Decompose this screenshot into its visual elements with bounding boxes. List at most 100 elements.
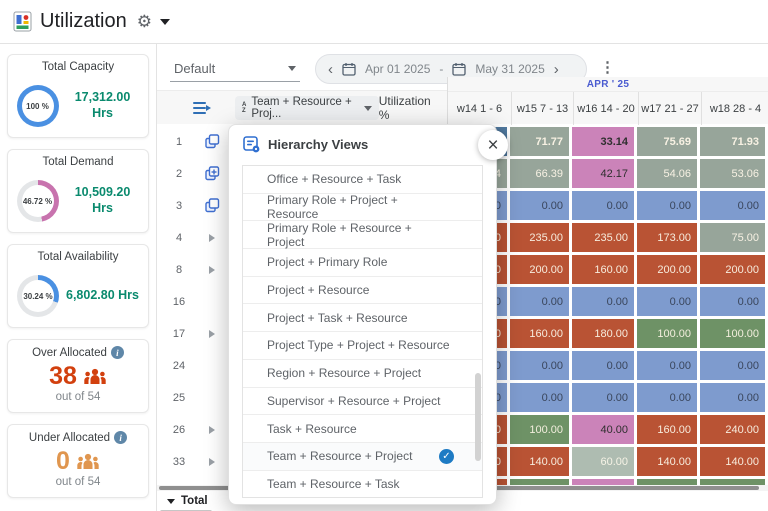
option-label: Primary Role + Project + Resource xyxy=(267,193,398,222)
expand-icon[interactable] xyxy=(209,329,215,338)
value-cell[interactable]: 200.00 xyxy=(510,255,569,284)
value-cell[interactable]: 235.00 xyxy=(572,223,634,252)
value-cell[interactable]: 75.69 xyxy=(637,127,697,156)
view-preset-select[interactable]: Default xyxy=(170,56,300,82)
value-cell[interactable]: 140.00 xyxy=(637,447,697,476)
close-icon[interactable]: × xyxy=(478,130,508,160)
value-cell[interactable]: 66.39 xyxy=(510,159,569,188)
hierarchy-option-primary-role-project-resource[interactable]: Primary Role + Project + Resource xyxy=(243,193,482,222)
value-cell[interactable]: 140.00 xyxy=(510,447,569,476)
option-label: Team + Resource + Task xyxy=(267,476,400,491)
date-start-value[interactable]: Apr 01 2025 xyxy=(365,62,430,76)
value-cell[interactable]: 200.00 xyxy=(637,255,697,284)
hierarchy-option-supervisor-resource-project[interactable]: Supervisor + Resource + Project xyxy=(243,387,482,416)
chevron-down-icon[interactable] xyxy=(159,18,170,25)
date-separator: - xyxy=(439,62,444,76)
value-cell[interactable]: 0.00 xyxy=(700,383,765,412)
modal-header: Hierarchy Views xyxy=(229,125,496,159)
value-cell[interactable]: 0.00 xyxy=(510,383,569,412)
expand-icon[interactable] xyxy=(209,233,215,242)
percent-value: 46.72 % xyxy=(21,185,54,217)
value-cell[interactable]: 0.00 xyxy=(637,191,697,220)
value-cell[interactable]: 0.00 xyxy=(510,351,569,380)
hierarchy-option-project-resource[interactable]: Project + Resource xyxy=(243,276,482,305)
grid-header-left: AZ Team + Resource + Proj... Utilization… xyxy=(157,91,447,125)
value-cell[interactable]: 53.06 xyxy=(700,159,765,188)
value-cell[interactable]: 240.00 xyxy=(700,415,765,444)
percent-donut: 30.24 % xyxy=(17,275,59,317)
expand-icon[interactable] xyxy=(209,265,215,274)
value-cell[interactable]: 71.93 xyxy=(700,127,765,156)
hierarchy-options-list: Office + Resource + Task Primary Role + P… xyxy=(242,165,483,498)
value-cell[interactable]: 0.00 xyxy=(700,287,765,316)
main-panel: Default ‹ Apr 01 2025 - May 31 2025 › ⋮ xyxy=(157,44,768,511)
value-cell[interactable]: 0.00 xyxy=(700,191,765,220)
hierarchy-view-dropdown[interactable]: AZ Team + Resource + Proj... xyxy=(235,96,379,120)
value-cell[interactable]: 100.00 xyxy=(510,415,569,444)
copy-icon[interactable] xyxy=(204,198,220,213)
copy-plus-icon[interactable] xyxy=(204,166,220,181)
value-cell[interactable]: 235.00 xyxy=(510,223,569,252)
gear-icon[interactable]: ⚙ xyxy=(137,13,152,30)
card-title: Over Allocated xyxy=(32,346,107,359)
value-cell[interactable]: 160.00 xyxy=(637,415,697,444)
prev-period-button[interactable]: ‹ xyxy=(328,62,333,77)
hierarchy-option-team-resource-project[interactable]: Team + Resource + Project ✓ xyxy=(243,442,482,471)
option-label: Project + Resource xyxy=(267,283,370,298)
hierarchy-option-project-task-resource[interactable]: Project + Task + Resource xyxy=(243,304,482,333)
expand-icon[interactable] xyxy=(209,425,215,434)
value-cell[interactable]: 0.00 xyxy=(637,383,697,412)
hierarchy-option-task-resource[interactable]: Task + Resource xyxy=(243,415,482,443)
more-options-icon[interactable]: ⋮ xyxy=(600,58,615,76)
value-cell[interactable]: 40.00 xyxy=(572,415,634,444)
value-cell[interactable]: 0.00 xyxy=(510,287,569,316)
percent-value: 30.24 % xyxy=(22,280,54,312)
value-cell[interactable]: 42.17 xyxy=(572,159,634,188)
people-icon xyxy=(76,453,100,470)
info-icon[interactable]: i xyxy=(114,431,128,444)
value-cell[interactable]: 0.00 xyxy=(572,191,634,220)
value-cell[interactable]: 173.00 xyxy=(637,223,697,252)
hierarchy-option-primary-role-resource-project[interactable]: Primary Role + Resource + Project xyxy=(243,221,482,250)
value-cell[interactable]: 160.00 xyxy=(510,319,569,348)
modal-scrollbar-thumb[interactable] xyxy=(475,373,481,461)
value-cell[interactable]: 0.00 xyxy=(637,351,697,380)
value-cell[interactable]: 100.00 xyxy=(700,319,765,348)
value-cell[interactable]: 0.00 xyxy=(572,383,634,412)
row-number: 8 xyxy=(175,263,183,276)
copy-icon[interactable] xyxy=(204,134,220,149)
value-cell[interactable]: 60.00 xyxy=(572,447,634,476)
value-cell[interactable]: 0.00 xyxy=(637,287,697,316)
week-column-header: w18 28 - 4 xyxy=(701,92,768,125)
value-cell[interactable]: 200.00 xyxy=(700,255,765,284)
hierarchy-option-project-primary-role[interactable]: Project + Primary Role xyxy=(243,249,482,277)
value-cell[interactable]: 33.14 xyxy=(572,127,634,156)
value-cell[interactable]: 0.00 xyxy=(510,191,569,220)
value-cell[interactable]: 0.00 xyxy=(572,287,634,316)
option-label: Supervisor + Resource + Project xyxy=(267,393,441,408)
expand-icon[interactable] xyxy=(209,457,215,466)
modal-title: Hierarchy Views xyxy=(268,137,369,152)
hierarchy-option-region-resource-project[interactable]: Region + Resource + Project xyxy=(243,359,482,388)
percent-value: 100 % xyxy=(21,90,54,122)
value-cell[interactable]: 180.00 xyxy=(572,319,634,348)
info-icon[interactable]: i xyxy=(110,346,124,359)
date-end-value[interactable]: May 31 2025 xyxy=(475,62,544,76)
value-cell[interactable]: 160.00 xyxy=(572,255,634,284)
value-cell[interactable]: 0.00 xyxy=(572,351,634,380)
value-cell[interactable]: 75.00 xyxy=(700,223,765,252)
value-cell[interactable]: 140.00 xyxy=(700,447,765,476)
card-title: Total Demand xyxy=(42,156,114,168)
value-cell[interactable]: 54.06 xyxy=(637,159,697,188)
value-cell[interactable]: 71.77 xyxy=(510,127,569,156)
row-number: 24 xyxy=(172,359,186,372)
summary-card-under-allocated: Under Allocated i 0 out of 54 xyxy=(7,424,149,498)
value-cell[interactable]: 0.00 xyxy=(700,351,765,380)
total-row-toggle[interactable]: Total xyxy=(167,495,208,507)
hierarchy-option-office-resource-task[interactable]: Office + Resource + Task xyxy=(243,166,482,194)
hierarchy-icon[interactable] xyxy=(193,101,211,115)
hierarchy-option-project-type-project-resource[interactable]: Project Type + Project + Resource xyxy=(243,332,482,360)
value-cell[interactable]: 100.00 xyxy=(637,319,697,348)
hierarchy-option-team-resource-task[interactable]: Team + Resource + Task xyxy=(243,470,482,497)
next-period-button[interactable]: › xyxy=(554,62,559,77)
